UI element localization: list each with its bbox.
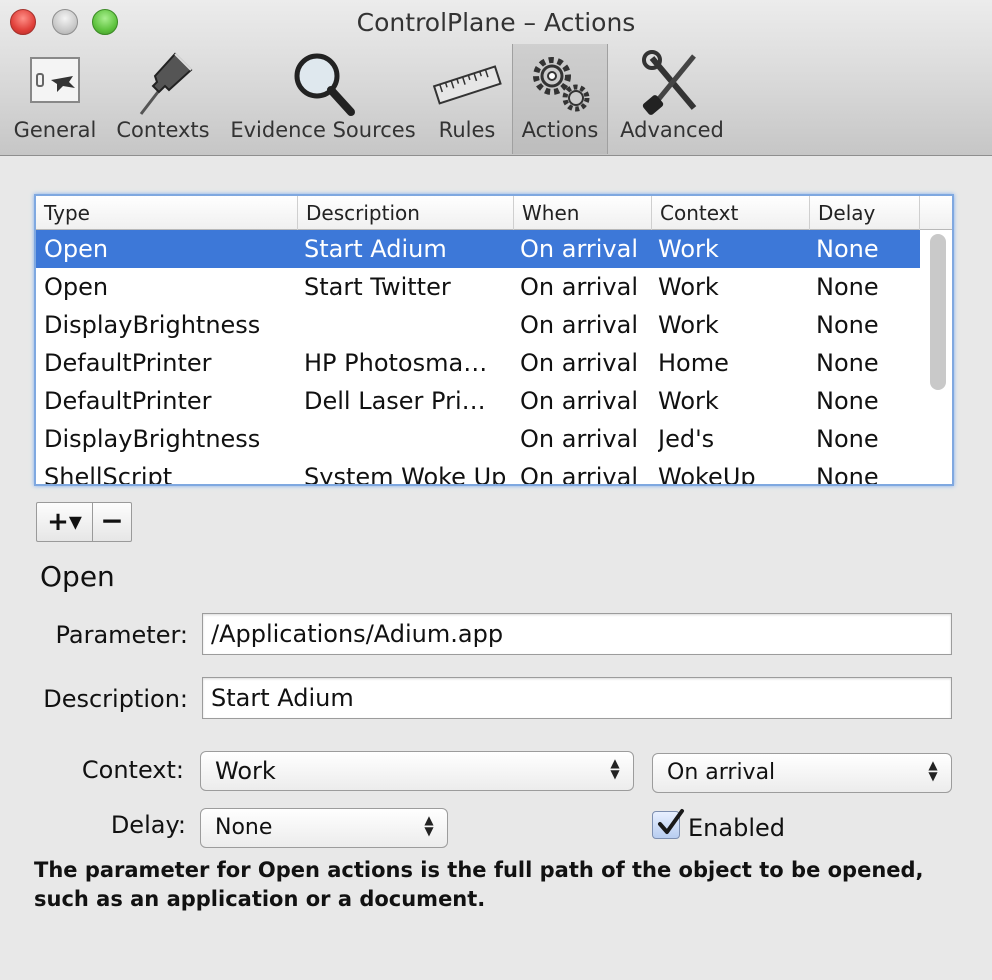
context-label: Context: (81, 756, 184, 784)
parameter-label: Parameter: (55, 621, 188, 649)
toolbar-evidence-sources[interactable]: Evidence Sources (226, 44, 420, 154)
context-popup-value: Work (215, 757, 276, 785)
magnifier-icon (294, 53, 355, 116)
window-chrome: ControlPlane – Actions General Contexts … (0, 0, 992, 156)
help-text: The parameter for Open actions is the fu… (34, 858, 924, 911)
column-header-context[interactable]: Context (652, 196, 810, 230)
cell-delay: None (816, 425, 879, 453)
description-input[interactable]: Start Adium (202, 677, 952, 719)
cell-type: ShellScript (44, 463, 173, 486)
toolbar-evidence-sources-label: Evidence Sources (230, 118, 416, 142)
delay-label: Delay: (110, 811, 186, 839)
updown-arrows-icon: ▲ ▼ (610, 756, 620, 781)
actions-table[interactable]: Type Description When Context Delay Open… (34, 194, 954, 486)
cell-context: Work (658, 235, 719, 263)
cell-description: Start Adium (304, 235, 447, 263)
cell-type: Open (44, 273, 109, 301)
tools-icon (642, 50, 697, 115)
cell-delay: None (816, 273, 879, 301)
cell-delay: None (816, 349, 879, 377)
cell-context: Work (658, 273, 719, 301)
cell-context: Work (658, 387, 719, 415)
table-row[interactable]: DefaultPrinter Dell Laser Pri… On arriva… (36, 382, 920, 420)
toolbar-advanced[interactable]: Advanced (616, 44, 728, 154)
cell-description (304, 420, 510, 458)
cell-delay: None (816, 463, 879, 486)
cell-context: WokeUp (658, 463, 756, 486)
toolbar-advanced-label: Advanced (620, 118, 724, 142)
checkmark-icon (658, 809, 684, 834)
toolbar-general[interactable]: General (8, 44, 102, 154)
cell-type: DisplayBrightness (44, 311, 261, 339)
toolbar-rules-label: Rules (438, 118, 496, 142)
cell-delay: None (816, 235, 879, 263)
description-label: Description: (43, 685, 188, 713)
add-remove-group: +▾ − (36, 502, 132, 542)
toolbar-rules[interactable]: Rules (430, 44, 504, 154)
cell-description: Start Twitter (304, 273, 451, 301)
action-type-title: Open (40, 560, 115, 593)
table-scrollbar[interactable] (930, 234, 946, 390)
cell-context: Work (658, 311, 719, 339)
cell-when: On arrival (520, 425, 638, 453)
toolbar-actions-label: Actions (521, 118, 599, 142)
cell-description: HP Photosma… (304, 349, 488, 377)
cell-description: System Woke Up (304, 463, 507, 486)
gears-icon (533, 57, 590, 112)
table-row[interactable]: Open Start Twitter On arrival Work None (36, 268, 920, 306)
column-header-when[interactable]: When (514, 196, 652, 230)
table-row[interactable]: DefaultPrinter HP Photosma… On arrival H… (36, 344, 920, 382)
cell-when: On arrival (520, 311, 638, 339)
remove-action-button[interactable]: − (93, 503, 131, 541)
cell-type: DefaultPrinter (44, 387, 212, 415)
column-header-type[interactable]: Type (36, 196, 298, 230)
table-row[interactable]: DisplayBrightness On arrival Jed's None (36, 420, 920, 458)
cell-description: Dell Laser Pri… (304, 387, 486, 415)
cell-type: DefaultPrinter (44, 349, 212, 377)
cell-when: On arrival (520, 387, 638, 415)
cell-when: On arrival (520, 463, 638, 486)
toolbar-actions[interactable]: Actions (512, 44, 608, 154)
cell-context: Jed's (658, 425, 715, 453)
cell-when: On arrival (520, 273, 638, 301)
enabled-checkbox[interactable] (652, 809, 684, 839)
add-action-button[interactable]: +▾ (37, 503, 93, 541)
delay-popup-value: None (215, 815, 273, 840)
general-icon (30, 57, 80, 103)
when-popup-value: On arrival (667, 760, 776, 785)
column-header-description[interactable]: Description (298, 196, 514, 230)
ruler-icon (432, 65, 502, 105)
toolbar-contexts[interactable]: Contexts (110, 44, 216, 154)
cell-delay: None (816, 387, 879, 415)
parameter-input[interactable]: /Applications/Adium.app (202, 613, 952, 655)
toolbar-contexts-label: Contexts (116, 118, 210, 142)
column-header-delay[interactable]: Delay (810, 196, 920, 230)
table-row[interactable]: Open Start Adium On arrival Work None (36, 230, 920, 268)
enabled-label[interactable]: Enabled (688, 814, 785, 842)
cell-type: DisplayBrightness (44, 425, 261, 453)
table-row[interactable]: DisplayBrightness On arrival Work None (36, 306, 920, 344)
cell-when: On arrival (520, 349, 638, 377)
updown-arrows-icon: ▲ ▼ (424, 813, 434, 838)
cell-delay: None (816, 311, 879, 339)
cell-type: Open (44, 235, 109, 263)
delay-popup[interactable]: None ▲ ▼ (200, 808, 448, 848)
toolbar-general-label: General (13, 118, 97, 142)
cell-description (304, 306, 510, 344)
cell-when: On arrival (520, 235, 638, 263)
pushpin-icon (139, 52, 193, 115)
table-row[interactable]: ShellScript System Woke Up On arrival Wo… (36, 458, 920, 486)
window-title: ControlPlane – Actions (356, 8, 636, 37)
context-popup[interactable]: Work ▲ ▼ (200, 751, 634, 791)
cell-context: Home (658, 349, 729, 377)
when-popup[interactable]: On arrival ▲ ▼ (652, 753, 952, 793)
table-header: Type Description When Context Delay (36, 196, 952, 230)
updown-arrows-icon: ▲ ▼ (928, 758, 938, 783)
